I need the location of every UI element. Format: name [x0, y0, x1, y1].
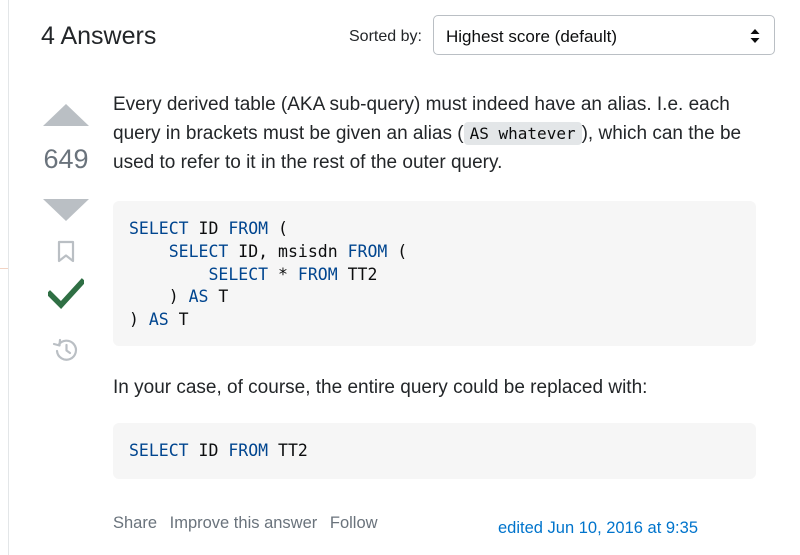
left-border: [8, 0, 9, 555]
code-keyword: SELECT: [129, 441, 189, 460]
vote-down-icon[interactable]: [43, 199, 89, 221]
edited-timestamp-link[interactable]: edited Jun 10, 2016 at 9:35: [498, 519, 698, 538]
left-tick-mark: [0, 268, 8, 269]
code-line: ) AS T: [129, 286, 740, 309]
answer-paragraph-2: In your case, of course, the entire quer…: [113, 377, 648, 398]
code-line: SELECT * FROM TT2: [129, 264, 740, 287]
code-token: TT2: [268, 441, 308, 460]
follow-link[interactable]: Follow: [330, 514, 378, 532]
code-line: SELECT ID FROM (: [129, 218, 740, 241]
improve-answer-link[interactable]: Improve this answer: [170, 514, 318, 532]
code-token: ID, msisdn: [228, 241, 348, 261]
code-block-1: SELECT ID FROM ( SELECT ID, msisdn FROM …: [113, 201, 756, 346]
bookmark-icon[interactable]: [56, 240, 76, 264]
answer-paragraph-1: Every derived table (AKA sub-query) must…: [113, 90, 756, 177]
vote-count: 649: [43, 144, 89, 174]
answer-body: Every derived table (AKA sub-query) must…: [113, 90, 756, 177]
sort-label: Sorted by:: [349, 28, 422, 45]
code-keyword: SELECT: [208, 264, 269, 284]
post-menu: Share Improve this answer Follow: [113, 514, 386, 533]
sort-arrows-icon: [750, 29, 760, 43]
code-line: ) AS T: [129, 309, 740, 332]
answers-count: 4 Answers: [41, 22, 157, 50]
code-token: T: [208, 287, 229, 307]
inline-code: AS whatever: [463, 122, 582, 145]
code-token: *: [268, 264, 298, 284]
code-line: SELECT ID, msisdn FROM (: [129, 241, 740, 264]
code-keyword: FROM: [297, 264, 338, 284]
code-token: ): [168, 287, 189, 307]
code-block-2: SELECT ID FROM TT2: [113, 423, 756, 479]
code-token: (: [387, 241, 408, 261]
code-line: SELECT ID FROM TT2: [129, 440, 740, 463]
code-token: ID: [188, 219, 229, 238]
code-keyword: SELECT: [129, 219, 189, 238]
code-token: (: [268, 219, 288, 238]
vote-up-icon[interactable]: [43, 104, 89, 126]
code-token: ): [129, 310, 149, 330]
sort-select[interactable]: Highest score (default): [433, 15, 775, 55]
code-token: TT2: [337, 264, 378, 284]
code-token: T: [168, 310, 189, 330]
code-keyword: SELECT: [168, 241, 229, 261]
sort-select-value: Highest score (default): [446, 27, 618, 46]
history-icon[interactable]: [52, 336, 80, 364]
checkmark-icon: [48, 278, 84, 309]
code-keyword: FROM: [228, 219, 269, 238]
code-keyword: AS: [188, 287, 209, 307]
answers-header: 4 Answers Sorted by: Highest score (defa…: [41, 0, 778, 76]
code-keyword: FROM: [347, 241, 388, 261]
code-keyword: AS: [148, 310, 169, 330]
code-token: ID: [188, 441, 229, 460]
vote-column: 649: [40, 96, 92, 376]
share-link[interactable]: Share: [113, 514, 157, 532]
code-keyword: FROM: [228, 441, 269, 460]
